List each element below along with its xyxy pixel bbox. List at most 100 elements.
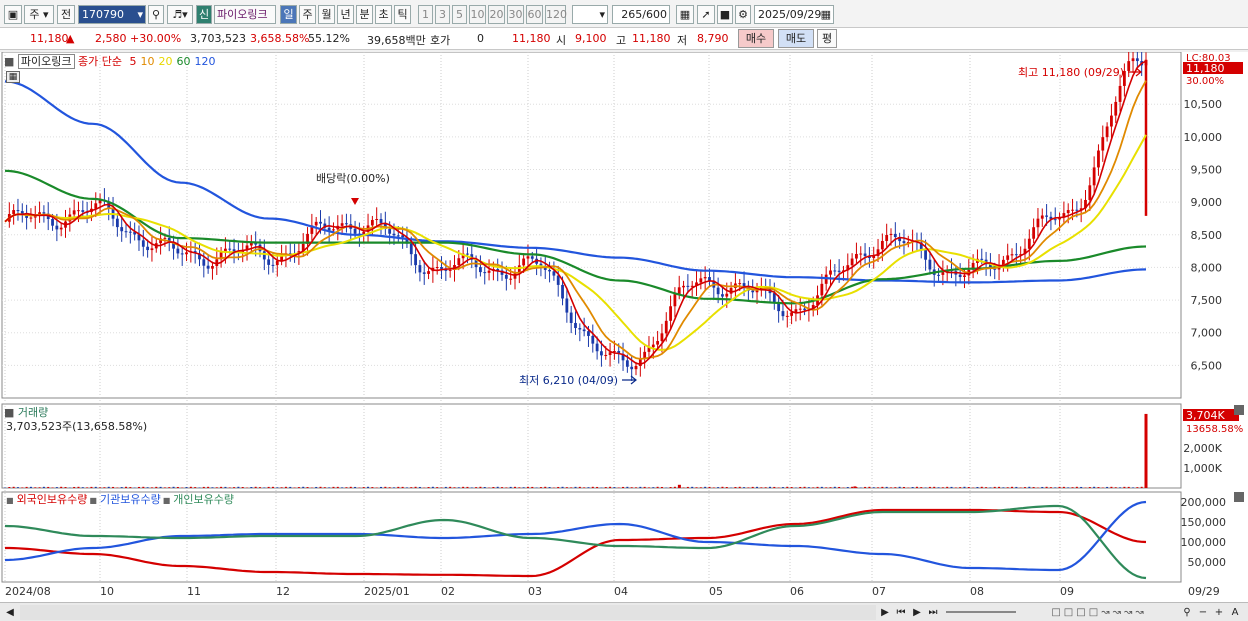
volume-bar (349, 486, 352, 488)
chart-toolbar: ▣ 주 ▾ 전 170790 ▾ ⚲ ♬▾ 신 파이오링크 일주월년분초틱 135… (0, 0, 1248, 28)
close-pane-icon[interactable] (1234, 405, 1244, 415)
candle-body (941, 272, 945, 275)
holding-series-label[interactable]: 외국인보유수량 (17, 493, 88, 506)
window-menu-icon[interactable]: ▣ (4, 5, 22, 24)
trade-amount: 39,658백만 (367, 34, 426, 47)
play-icon[interactable]: ▶ (910, 605, 924, 620)
interval-input[interactable]: ▾ (572, 5, 608, 24)
candle-body (669, 306, 672, 321)
period-tab[interactable]: 틱 (394, 5, 411, 24)
volume-bar (976, 486, 979, 488)
current-price: 11,180 (30, 32, 69, 45)
period-tab[interactable]: 주 (299, 5, 316, 24)
volume-bar (548, 487, 551, 488)
volume-bar (656, 486, 659, 488)
period-tab[interactable]: 초 (375, 5, 392, 24)
scroll-left-icon[interactable]: ◀ (4, 605, 16, 620)
candle-body (790, 312, 793, 316)
volume-bar (220, 486, 223, 488)
date-input[interactable]: 2025/09/29 ▦ (754, 5, 834, 24)
volume-bar (211, 487, 214, 488)
x-tick-label: 05 (709, 585, 723, 598)
candle-body (837, 270, 841, 272)
interval-tab[interactable]: 60 (526, 5, 543, 24)
candle-body (146, 246, 150, 251)
count-input[interactable]: 265/600 (612, 5, 670, 24)
volume-bar (954, 487, 957, 488)
chart-canvas[interactable]: 10,500 10,000 9,500 9,000 8,500 8,000 7,500 7,0… (0, 49, 1248, 602)
volume-bar (150, 487, 153, 488)
gear-icon[interactable]: ⚙ (735, 5, 751, 24)
interval-tab[interactable]: 1 (418, 5, 433, 24)
holding-series-label[interactable]: 개인보유수량 (173, 493, 234, 506)
period-dropdown[interactable]: 주 ▾ (24, 5, 54, 24)
chart-area[interactable]: 10,500 10,000 9,500 9,000 8,500 8,000 7,500 7,0… (0, 49, 1248, 602)
interval-tab[interactable]: 10 (469, 5, 486, 24)
candle-type-icon[interactable]: ▦ (676, 5, 694, 24)
holding-series-label[interactable]: 기관보유수량 (100, 493, 161, 506)
volume-bar (1058, 486, 1061, 488)
candle-body (1092, 167, 1096, 186)
fast-forward-icon[interactable]: ⏭ (926, 605, 940, 620)
pane-menu-icon[interactable]: ■ (4, 55, 14, 68)
volume-bar (673, 486, 676, 488)
stock-code-input[interactable]: 170790 ▾ (78, 5, 146, 24)
candle-body (751, 290, 755, 293)
volume-bar (846, 487, 849, 488)
volume-bar (738, 486, 741, 488)
volume-bar (414, 486, 417, 488)
volume-bar (1023, 487, 1026, 488)
chevron-down-icon: ▾ (43, 8, 49, 21)
scroll-right-icon[interactable]: ▶ (878, 605, 892, 620)
stock-name: 파이오링크 (214, 5, 276, 24)
volume-bar (25, 486, 28, 488)
table-icon[interactable]: ▦ (6, 71, 20, 83)
speaker-icon[interactable]: ♬▾ (167, 5, 193, 24)
volume-bar (237, 486, 240, 488)
volume-bar (120, 487, 123, 488)
period-tab[interactable]: 년 (337, 5, 354, 24)
prev-button[interactable]: 전 (57, 5, 75, 24)
volume-bar (851, 486, 854, 488)
interval-tab[interactable]: 5 (452, 5, 467, 24)
sell-button[interactable]: 매도 (778, 29, 814, 48)
zoom-out-icon[interactable]: − (1196, 605, 1210, 620)
volume-bar (890, 487, 893, 488)
period-tab[interactable]: 월 (318, 5, 335, 24)
rewind-icon[interactable]: ⏮ (894, 605, 908, 620)
volume-bar (911, 487, 914, 488)
volume-bar (959, 487, 962, 488)
stock-name-label[interactable]: 파이오링크 (17, 54, 75, 69)
zoom-search-icon[interactable]: ⚲ (1180, 605, 1194, 620)
scroll-track[interactable] (20, 605, 876, 620)
volume-bar (652, 487, 655, 488)
save-icon[interactable]: ■ (717, 5, 733, 24)
bottom-scrollbar[interactable]: ◀ ▶ ⏮ ▶ ⏭ □□□□↝↝↝↝ ⚲ − + A (0, 602, 1248, 621)
interval-tab[interactable]: 3 (435, 5, 450, 24)
candle-body (772, 293, 776, 303)
volume-bar (1110, 486, 1113, 488)
interval-tab[interactable]: 120 (545, 5, 567, 24)
zoom-slider[interactable] (946, 611, 1016, 613)
volume-bar (125, 486, 128, 488)
volume-bar (578, 486, 581, 488)
font-size-icon[interactable]: A (1228, 605, 1242, 620)
hoga-price: 11,180 (512, 32, 551, 45)
buy-button[interactable]: 매수 (738, 29, 774, 48)
period-tab[interactable]: 분 (356, 5, 373, 24)
interval-tab[interactable]: 20 (488, 5, 505, 24)
close-pane-icon[interactable] (1234, 492, 1244, 502)
volume-bar (367, 486, 370, 488)
search-icon[interactable]: ⚲ (148, 5, 164, 24)
hoga-value: 0 (477, 32, 484, 45)
period-tab[interactable]: 일 (280, 5, 297, 24)
volume-bar (717, 487, 720, 488)
drawing-tools-icon[interactable]: □□□□↝↝↝↝ (1024, 605, 1174, 620)
avg-button[interactable]: 평 (817, 29, 837, 48)
line-tool-icon[interactable]: ➚ (697, 5, 715, 24)
candle-body (937, 274, 940, 276)
interval-tab[interactable]: 30 (507, 5, 524, 24)
zoom-in-icon[interactable]: + (1212, 605, 1226, 620)
candle-body (12, 210, 16, 215)
candle-body (677, 287, 681, 295)
